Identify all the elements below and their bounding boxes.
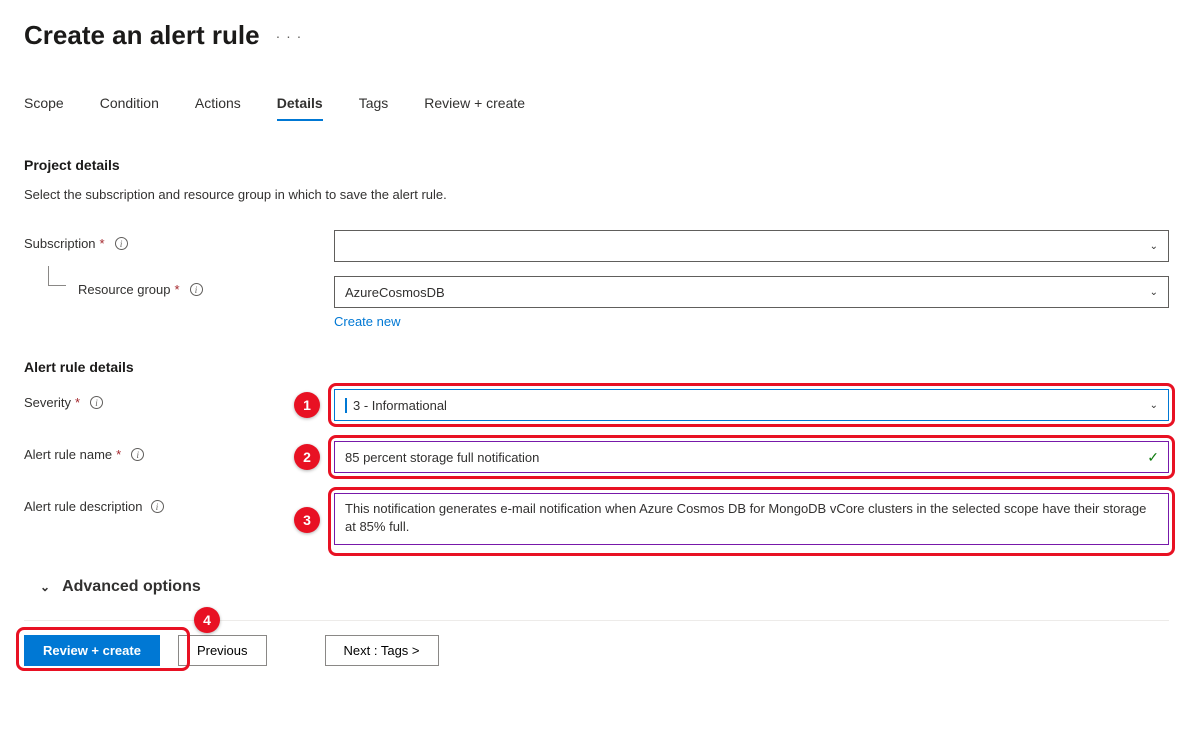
review-create-button[interactable]: Review + create <box>24 635 160 666</box>
required-indicator: * <box>116 447 121 462</box>
advanced-options-label: Advanced options <box>62 578 201 596</box>
page-title: Create an alert rule <box>24 20 260 51</box>
alert-rule-details-title: Alert rule details <box>24 359 1169 375</box>
alert-rule-description-input[interactable] <box>334 493 1169 545</box>
tab-scope[interactable]: Scope <box>24 87 64 121</box>
previous-button[interactable]: Previous <box>178 635 267 666</box>
subscription-select[interactable]: ⌄ <box>334 230 1169 262</box>
alert-rule-name-label: Alert rule name * i <box>24 441 334 462</box>
tabs: Scope Condition Actions Details Tags Rev… <box>24 87 1169 121</box>
severity-label: Severity * i <box>24 389 334 410</box>
chevron-down-icon: ⌄ <box>1150 287 1158 298</box>
tab-actions[interactable]: Actions <box>195 87 241 121</box>
indent-line <box>48 266 66 286</box>
severity-select[interactable]: 3 - Informational ⌄ <box>334 389 1169 421</box>
required-indicator: * <box>75 395 80 410</box>
project-details-desc: Select the subscription and resource gro… <box>24 187 1169 202</box>
annotation-4: 4 <box>194 607 220 633</box>
tab-tags[interactable]: Tags <box>359 87 389 121</box>
next-button[interactable]: Next : Tags > <box>325 635 439 666</box>
alert-rule-description-label: Alert rule description i <box>24 493 334 514</box>
alert-rule-name-input[interactable] <box>334 441 1169 473</box>
subscription-label: Subscription * i <box>24 230 334 251</box>
info-icon[interactable]: i <box>90 396 103 409</box>
chevron-down-icon: ⌄ <box>40 580 50 594</box>
info-icon[interactable]: i <box>151 500 164 513</box>
tab-condition[interactable]: Condition <box>100 87 159 121</box>
create-new-link[interactable]: Create new <box>334 314 400 329</box>
tab-review[interactable]: Review + create <box>424 87 525 121</box>
checkmark-icon: ✓ <box>1147 449 1159 466</box>
project-details-title: Project details <box>24 157 1169 173</box>
chevron-down-icon: ⌄ <box>1150 241 1158 252</box>
chevron-down-icon: ⌄ <box>1150 400 1158 411</box>
info-icon[interactable]: i <box>190 283 203 296</box>
required-indicator: * <box>175 282 180 297</box>
info-icon[interactable]: i <box>115 237 128 250</box>
tab-details[interactable]: Details <box>277 87 323 121</box>
resource-group-select[interactable]: AzureCosmosDB ⌄ <box>334 276 1169 308</box>
required-indicator: * <box>100 236 105 251</box>
resource-group-label: Resource group * i <box>24 276 334 297</box>
more-icon[interactable]: · · · <box>276 28 303 44</box>
info-icon[interactable]: i <box>131 448 144 461</box>
advanced-options-toggle[interactable]: ⌄ Advanced options <box>40 578 1169 596</box>
